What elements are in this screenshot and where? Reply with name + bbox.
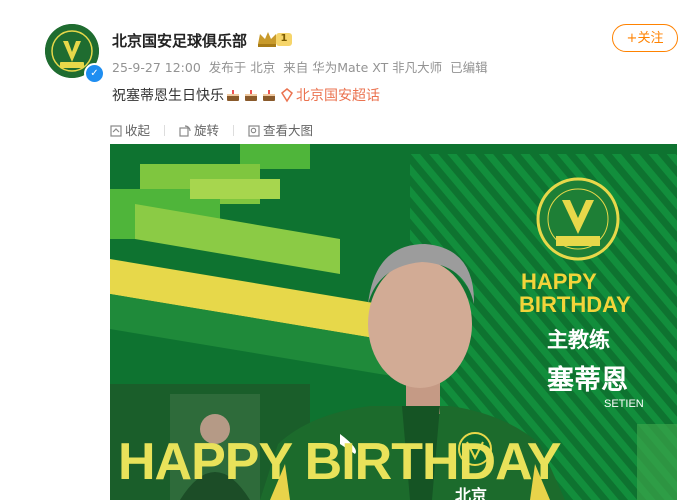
collapse-label: 收起 — [125, 123, 151, 138]
collapse-button[interactable]: 收起 — [110, 120, 150, 139]
view-large-button[interactable]: 查看大图 — [248, 120, 313, 139]
poster-coach-name: 塞蒂恩 — [547, 365, 628, 396]
post-edited[interactable]: 已编辑 — [450, 60, 488, 75]
post-source: 来自 华为Mate XT 非凡大师 — [283, 60, 443, 75]
view-large-label: 查看大图 — [263, 123, 314, 138]
poster-club-chest-text: 北京 — [455, 486, 488, 500]
poster-happy: HAPPY — [521, 269, 597, 294]
rotate-icon — [179, 125, 191, 137]
rotate-label: 旋转 — [194, 123, 220, 138]
supertopic-diamond-icon — [281, 88, 293, 103]
post-text: 祝塞蒂恩生日快乐 北京国安超话 — [112, 85, 380, 105]
verified-badge-icon: ✓ — [84, 63, 105, 84]
post-location: 发布于 北京 — [208, 60, 276, 75]
poster-birthday: BIRTHDAY — [519, 292, 631, 317]
topic-link[interactable]: 北京国安超话 — [296, 88, 380, 104]
username[interactable]: 北京国安足球俱乐部 — [112, 30, 247, 51]
poster-coach-title: 主教练 — [547, 328, 610, 352]
cake-emoji-icon — [227, 90, 239, 101]
follow-button[interactable]: +关注 — [612, 24, 678, 52]
divider — [233, 125, 235, 136]
cake-emoji-icon — [263, 90, 275, 101]
collapse-icon — [110, 125, 122, 137]
post-text-body: 祝塞蒂恩生日快乐 — [112, 88, 224, 104]
post-date[interactable]: 25-9-27 12:00 — [112, 60, 201, 75]
post-image[interactable]: HAPPY BIRTHDAY HAPPY BIRTHDAY 主教练 塞蒂恩 SE… — [110, 144, 677, 500]
poster-coach-name-en: SETIEN — [604, 398, 644, 410]
weibo-post-card: ✓ 北京国安足球俱乐部 1 25-9-27 12:00 发布于 北京 来自 华为… — [0, 0, 694, 500]
zoom-icon — [248, 125, 260, 137]
divider — [164, 125, 166, 136]
rotate-button[interactable]: 旋转 — [179, 120, 219, 139]
vip-level: 1 — [280, 33, 288, 44]
cake-emoji-icon — [245, 90, 257, 101]
poster-happy-birthday-left: HAPPY BIRTHDAY — [118, 433, 562, 491]
post-meta: 25-9-27 12:00 发布于 北京 来自 华为Mate XT 非凡大师 已… — [112, 57, 492, 76]
image-toolbar: 收起 旋转 查看大图 — [110, 120, 327, 139]
